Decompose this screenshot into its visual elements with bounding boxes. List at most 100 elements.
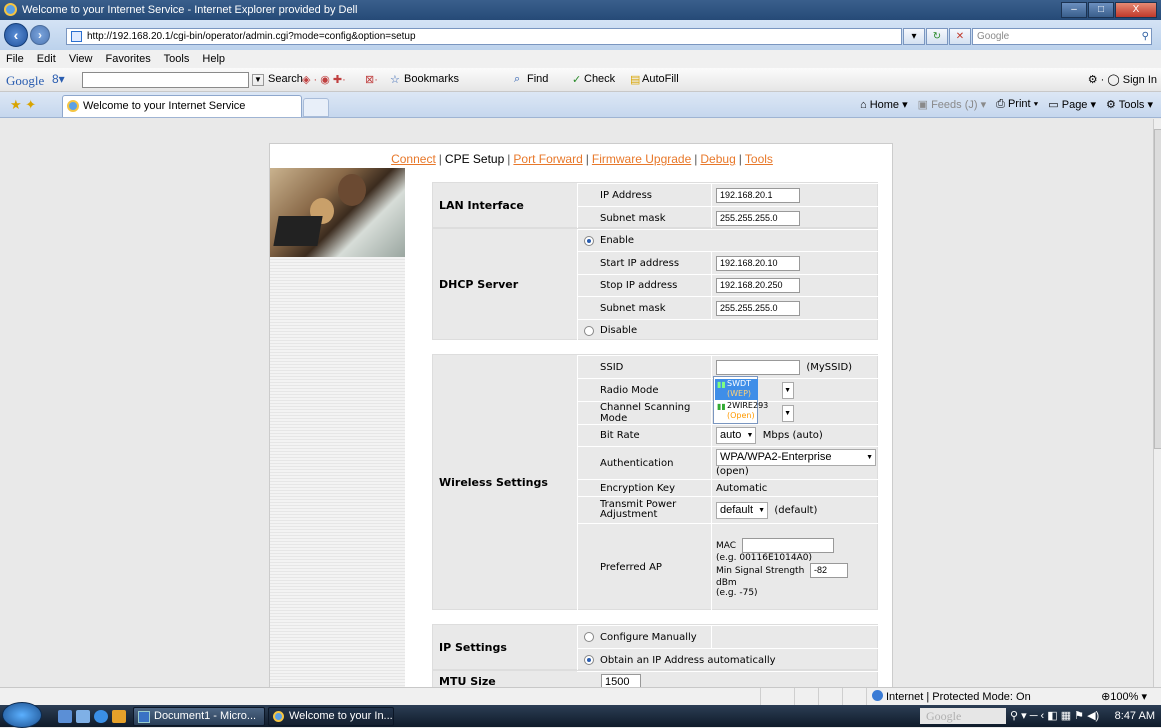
taskbar-document1-label: Document1 - Micro... (154, 710, 257, 722)
popup-blocker-icon[interactable]: ⊠· (365, 73, 378, 86)
minimize-button[interactable]: – (1061, 2, 1087, 18)
clock[interactable]: 8:47 AM (1115, 707, 1155, 725)
menu-bar: File Edit View Favorites Tools Help (0, 50, 1161, 68)
lan-mask-row: Subnet mask 255.255.255.0 (577, 206, 879, 229)
google-menu-icon[interactable]: 8▾ (52, 72, 65, 86)
address-row: ‹ › http://192.168.20.1/cgi-bin/operator… (0, 20, 1161, 50)
ie-quicklaunch-icon[interactable] (94, 710, 108, 723)
google-search-input[interactable] (82, 72, 249, 88)
bookmarks-button[interactable]: Bookmarks (404, 73, 459, 85)
status-divider (866, 688, 867, 706)
status-divider (760, 688, 761, 706)
menu-help[interactable]: Help (202, 53, 225, 65)
channel-select[interactable] (782, 404, 794, 422)
taskbar-welcome[interactable]: Welcome to your In... (268, 707, 394, 726)
title-bar: Welcome to your Internet Service - Inter… (0, 0, 1161, 20)
scrollbar-thumb[interactable] (1154, 129, 1161, 449)
dhcp-group: DHCP Server Enable Start IP address 192.… (432, 228, 879, 341)
ip-settings-label: IP Settings (439, 640, 507, 654)
refresh-icon[interactable]: ↻ (926, 28, 948, 45)
mtu-input[interactable]: 1500 (601, 674, 641, 687)
radio-mode-select[interactable] (782, 381, 794, 399)
menu-favorites[interactable]: Favorites (106, 53, 151, 65)
toolbar-icons[interactable]: ◈ · ◉ ✚· (302, 73, 346, 86)
dhcp-enable-radio[interactable] (584, 235, 594, 246)
dhcp-disable-radio[interactable] (584, 325, 594, 336)
start-button[interactable] (2, 702, 42, 728)
search-input[interactable]: Google ⚲ (972, 28, 1152, 45)
security-zone[interactable]: Internet | Protected Mode: On (872, 690, 1031, 703)
minsig-input[interactable]: -82 (810, 562, 849, 578)
zoom-control[interactable]: ⊕100% ▾ (1101, 690, 1147, 703)
nav-debug[interactable]: Debug (700, 152, 735, 166)
home-button[interactable]: ⌂ Home ▾ (860, 98, 908, 111)
browser-window: Welcome to your Internet Service - Inter… (0, 0, 1161, 728)
tab-label: Welcome to your Internet Service (83, 100, 246, 112)
tab-welcome[interactable]: Welcome to your Internet Service (62, 95, 302, 117)
enc-value: Automatic (716, 482, 768, 494)
menu-file[interactable]: File (6, 53, 24, 65)
vertical-scrollbar[interactable] (1153, 119, 1161, 687)
page-button[interactable]: ▭ Page ▾ (1048, 98, 1096, 111)
menu-edit[interactable]: Edit (37, 53, 56, 65)
search-icon[interactable]: ⚲ (1142, 29, 1149, 44)
google-search-dropdown-icon[interactable]: ▼ (252, 74, 264, 86)
nav-port-forward[interactable]: Port Forward (513, 152, 582, 166)
mac-hint: (e.g. 00116E1014A0) (716, 552, 812, 563)
ie-page-icon (67, 100, 79, 112)
stop-icon[interactable]: ✕ (949, 28, 971, 45)
nav-firmware-upgrade[interactable]: Firmware Upgrade (592, 152, 691, 166)
ip-auto-radio[interactable] (584, 655, 594, 665)
auth-select[interactable]: WPA/WPA2-Enterprise (716, 449, 876, 466)
dhcp-stop-input[interactable]: 192.168.20.250 (716, 278, 800, 293)
favorites-star-icon[interactable]: ★ ✦ (10, 97, 36, 113)
taskbar-document1[interactable]: Document1 - Micro... (133, 707, 265, 726)
bitrate-select[interactable]: auto (716, 427, 757, 444)
media-icon[interactable] (112, 710, 126, 723)
show-desktop-icon[interactable] (58, 710, 72, 723)
back-button[interactable]: ‹ (4, 23, 28, 47)
lan-mask-input[interactable]: 255.255.255.0 (716, 210, 800, 226)
feeds-button[interactable]: ▣ Feeds (J) ▾ (918, 98, 987, 111)
google-search-button[interactable]: Search (268, 73, 303, 85)
google-deskbar-input[interactable]: Google (920, 708, 1006, 724)
ip-settings-group: IP Settings Configure Manually Obtain an… (432, 624, 879, 671)
ip-manual-radio[interactable] (584, 632, 594, 642)
photo-person-man (338, 174, 366, 206)
menu-view[interactable]: View (69, 53, 93, 65)
forward-button[interactable]: › (30, 25, 50, 45)
star-icon[interactable]: ☆ (390, 73, 400, 86)
google-toolbar: Google 8▾ ▼ Search ◈ · ◉ ✚· ⊠· ☆ Bookmar… (0, 68, 1161, 92)
router-page: Connect | CPE Setup | Port Forward | Firmware … (269, 143, 893, 687)
lan-ip-input[interactable]: 192.168.20.1 (716, 187, 800, 203)
tools-button[interactable]: ⚙ Tools ▾ (1106, 98, 1153, 111)
close-button[interactable]: X (1115, 2, 1157, 18)
address-bar[interactable]: http://192.168.20.1/cgi-bin/operator/adm… (66, 28, 902, 45)
google-logo[interactable]: Google (6, 73, 44, 89)
nav-tools[interactable]: Tools (745, 152, 773, 166)
autofill-button[interactable]: AutoFill (642, 73, 679, 85)
ssid-option-swdt[interactable]: ▮▮ SWDT (WEP) (715, 379, 758, 400)
maximize-button[interactable]: □ (1088, 2, 1114, 18)
new-tab-button[interactable] (303, 98, 329, 117)
print-button[interactable]: ⎙ Print ▾ (996, 98, 1038, 111)
ssid-option-security: (Open) (727, 411, 755, 420)
nav-connect[interactable]: Connect (391, 152, 436, 166)
dropdown-icon[interactable]: ▾ (903, 28, 925, 45)
tray-icons[interactable]: ⚲ ▾ ─ ‹ ◧ ▦ ⚑ ◀) (1010, 707, 1099, 725)
mac-input[interactable] (741, 537, 834, 553)
dhcp-mask-input[interactable]: 255.255.255.0 (716, 300, 800, 316)
menu-tools[interactable]: Tools (164, 53, 190, 65)
switch-windows-icon[interactable] (76, 710, 90, 723)
signin-button[interactable]: ⚙ · ◯ Sign In (1088, 73, 1157, 86)
find-button[interactable]: Find (527, 73, 548, 85)
tools-label: Tools (1118, 99, 1145, 111)
ssid-input[interactable] (716, 359, 800, 375)
dhcp-mask-label: Subnet mask (578, 297, 712, 319)
txpower-select[interactable]: default (716, 501, 769, 519)
ssid-option-2wire293[interactable]: ▮▮ 2WIRE293 (Open) (715, 401, 768, 422)
check-button[interactable]: Check (584, 73, 615, 85)
dhcp-start-input[interactable]: 192.168.20.10 (716, 255, 800, 271)
signin-label: Sign In (1122, 74, 1157, 86)
ssid-label: SSID (578, 356, 712, 378)
